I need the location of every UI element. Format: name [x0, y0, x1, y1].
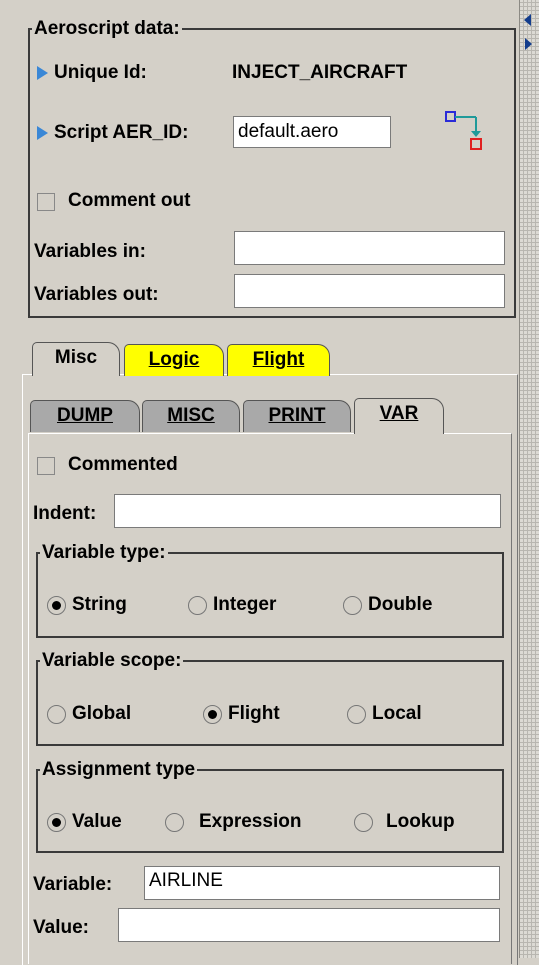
variables-out-field[interactable] — [234, 274, 505, 308]
radio-lookup-label: Lookup — [386, 811, 455, 832]
variable-scope-legend: Variable scope: — [40, 650, 184, 672]
radio-global[interactable] — [47, 705, 66, 724]
radio-global-label: Global — [72, 703, 132, 724]
tab-var[interactable]: VAR — [354, 398, 444, 434]
tab-print[interactable]: PRINT — [243, 400, 351, 432]
tab-flight-label: Flight — [252, 349, 305, 370]
radio-expression[interactable] — [165, 813, 184, 832]
value-label: Value: — [33, 917, 89, 938]
tab-misc[interactable]: Misc — [32, 342, 120, 376]
tab-misc-inner-label: MISC — [167, 405, 215, 426]
variable-label: Variable: — [33, 874, 113, 895]
radio-flight[interactable] — [203, 705, 222, 724]
variable-field[interactable]: AIRLINE — [144, 866, 500, 900]
tab-dump-label: DUMP — [57, 405, 113, 426]
indent-label: Indent: — [33, 503, 97, 524]
variables-in-field[interactable] — [234, 231, 505, 265]
expand-arrow-icon[interactable] — [37, 126, 48, 140]
variables-in-label: Variables in: — [34, 241, 146, 262]
radio-flight-label: Flight — [228, 703, 280, 724]
radio-double-label: Double — [368, 594, 433, 615]
radio-string-label: String — [72, 594, 127, 615]
aeroscript-legend: Aeroscript data: — [32, 18, 182, 40]
script-aer-id-field[interactable]: default.aero — [233, 116, 391, 148]
indent-field[interactable] — [114, 494, 501, 528]
tab-dump[interactable]: DUMP — [30, 400, 140, 432]
unique-id-value: INJECT_AIRCRAFT — [232, 62, 408, 83]
radio-local[interactable] — [347, 705, 366, 724]
tab-misc-inner[interactable]: MISC — [142, 400, 240, 432]
variables-out-label: Variables out: — [34, 284, 159, 305]
tab-logic-label: Logic — [148, 349, 200, 370]
commented-label: Commented — [68, 454, 178, 475]
radio-double[interactable] — [343, 596, 362, 615]
collapse-left-arrow-icon[interactable] — [524, 14, 531, 26]
unique-id-label: Unique Id: — [54, 62, 147, 83]
comment-out-checkbox[interactable] — [37, 193, 55, 211]
tab-flight[interactable]: Flight — [227, 344, 330, 376]
tab-misc-label: Misc — [54, 347, 98, 368]
variable-type-legend: Variable type: — [40, 542, 168, 564]
radio-integer[interactable] — [188, 596, 207, 615]
assignment-type-legend: Assignment type — [40, 759, 198, 781]
tab-var-label: VAR — [379, 403, 419, 424]
flowchart-connector-icon[interactable] — [444, 110, 492, 158]
comment-out-label: Comment out — [68, 190, 191, 211]
radio-local-label: Local — [372, 703, 422, 724]
tab-print-label: PRINT — [268, 405, 326, 426]
script-aer-id-label: Script AER_ID: — [54, 122, 189, 143]
radio-string[interactable] — [47, 596, 66, 615]
radio-expression-label: Expression — [199, 811, 302, 832]
radio-value-label: Value — [72, 811, 122, 832]
radio-lookup[interactable] — [354, 813, 373, 832]
expand-arrow-icon[interactable] — [37, 66, 48, 80]
commented-checkbox[interactable] — [37, 457, 55, 475]
radio-value[interactable] — [47, 813, 66, 832]
splitter-bar[interactable] — [519, 0, 539, 958]
expand-right-arrow-icon[interactable] — [525, 38, 532, 50]
tab-logic[interactable]: Logic — [124, 344, 224, 376]
value-field[interactable] — [118, 908, 500, 942]
radio-integer-label: Integer — [213, 594, 277, 615]
